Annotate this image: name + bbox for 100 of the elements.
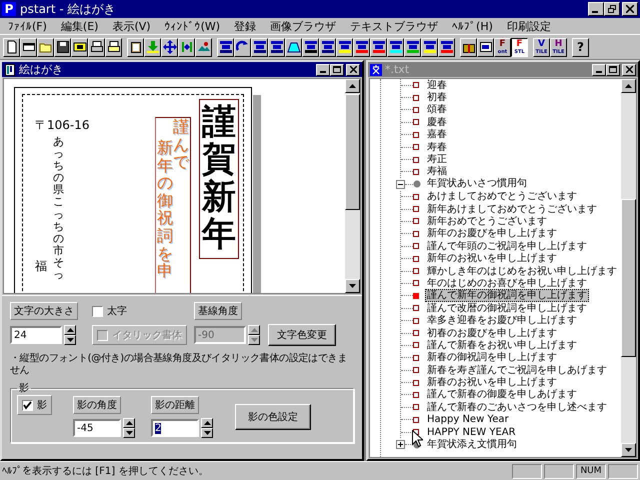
toolbar-button[interactable] (268, 38, 285, 56)
tree-item[interactable]: 新年あけましておめでとうございます (425, 202, 599, 216)
toolbar-button[interactable] (195, 38, 212, 56)
toolbar-button[interactable] (404, 38, 421, 56)
toolbar-button[interactable] (387, 38, 404, 56)
spin-down-button[interactable] (64, 335, 76, 345)
spin-down-button[interactable] (201, 428, 213, 438)
toolbar-button[interactable] (234, 38, 251, 56)
checkbox[interactable] (22, 400, 33, 410)
spin-up-button[interactable] (123, 418, 135, 428)
tree-item[interactable]: 迎春 (425, 79, 449, 92)
menu-item[interactable]: 画像ブラウザ (264, 18, 342, 34)
toolbar-button[interactable] (319, 38, 336, 56)
vertical-scrollbar[interactable] (345, 79, 360, 293)
tree-item[interactable]: 初春 (425, 91, 449, 104)
toolbar-button[interactable] (20, 38, 37, 56)
shadow-color-button[interactable]: 影の色設定 (235, 404, 311, 430)
menu-item[interactable]: 編集(E) (54, 18, 104, 34)
tree-item[interactable]: 新年おめでとうございます (425, 215, 549, 228)
toolbar-button[interactable] (105, 38, 122, 56)
shadow-distance-field[interactable]: 2 (151, 419, 199, 437)
tree-item[interactable]: 輝かしき年のはじめをお祝い申し上げます (425, 264, 619, 278)
toolbar-button[interactable] (161, 38, 178, 56)
scroll-down-button[interactable] (621, 443, 636, 457)
close-button[interactable] (622, 2, 638, 16)
tree-item[interactable]: 謹んで改暦の御祝詞を申し上げます (425, 302, 589, 315)
spin-up-button[interactable] (64, 325, 76, 335)
spin-down-button[interactable] (248, 335, 260, 345)
toolbar-button[interactable] (144, 38, 161, 56)
tree-item[interactable]: 新春のお祝いを申し上げます (425, 376, 559, 390)
menu-item[interactable]: 登録 (228, 18, 262, 34)
toolbar-button[interactable] (54, 38, 71, 56)
toolbar-button[interactable] (370, 38, 387, 56)
menu-item[interactable]: 表示(V) (106, 18, 157, 34)
minimize-button[interactable] (316, 64, 330, 76)
toolbar-button[interactable] (37, 38, 54, 56)
tree-item[interactable]: 新春を寿ぎ謹んでご祝詞を申しあげます (425, 364, 609, 377)
menu-item[interactable]: ｳｨﾝﾄﾞｳ(W) (158, 20, 226, 32)
restore-button[interactable] (604, 2, 620, 16)
shadow-angle-field[interactable]: -45 (73, 419, 121, 437)
expand-icon[interactable] (396, 440, 405, 450)
tree-item[interactable]: HAPPY NEW YEAR (425, 426, 518, 439)
scroll-thumb[interactable] (621, 199, 636, 357)
toolbar-button[interactable] (353, 38, 370, 56)
menu-item[interactable]: 印刷設定 (500, 18, 557, 34)
tree-item[interactable]: 謹んで新春のごあいさつを申し述べます (425, 400, 609, 414)
close-button[interactable] (346, 64, 360, 76)
toolbar-button[interactable] (88, 38, 105, 56)
scroll-thumb[interactable] (345, 94, 360, 210)
scroll-down-button[interactable] (345, 279, 360, 293)
tree-item[interactable]: 新春の御祝詞を申し上げます (425, 351, 559, 364)
shadow-checkbox[interactable]: 影 (17, 395, 52, 415)
toolbar-button[interactable] (477, 38, 494, 56)
tree-item[interactable]: 謹んで新春の御慶を申しあげます (425, 388, 579, 402)
tree-item[interactable]: 年のはじめのお喜びを申し上げます (425, 276, 589, 290)
toolbar-button[interactable] (3, 38, 20, 56)
tree-item[interactable]: あけましておめでとうございます (425, 190, 579, 204)
tree-item[interactable]: 謹んで新年の御祝詞を申し上げます (425, 289, 589, 302)
toolbar-button[interactable] (336, 38, 353, 56)
toolbar-button[interactable] (302, 38, 319, 56)
scroll-up-button[interactable] (345, 79, 360, 93)
menu-item[interactable]: ﾍﾙﾌﾟ(H) (446, 20, 499, 32)
tree-item[interactable]: 初春のお慶びを申し上げます (425, 326, 559, 340)
tree-item[interactable]: Happy New Year (425, 413, 511, 426)
tree-item[interactable]: 寿正 (425, 153, 449, 166)
collapse-icon[interactable] (396, 180, 405, 189)
toolbar-button[interactable] (178, 38, 195, 56)
tree-item[interactable]: 謹んで新春をお祝い申し上げます (425, 338, 579, 352)
tree-item[interactable]: 慶春 (425, 116, 449, 129)
toolbar-button[interactable] (421, 38, 438, 56)
maximize-button[interactable] (330, 64, 344, 76)
minimize-button[interactable] (588, 2, 604, 16)
tree-item[interactable]: 嘉春 (425, 128, 449, 142)
tree-item[interactable]: 幸多き迎春をお慶び申し上げます (425, 314, 579, 328)
font-size-field[interactable]: 24 (10, 326, 62, 344)
text-color-button[interactable]: 文字色変更 (268, 324, 336, 346)
bold-checkbox[interactable]: 太字 (92, 304, 127, 318)
spin-up-button[interactable] (248, 325, 260, 335)
scroll-up-button[interactable] (621, 79, 636, 93)
tree-item[interactable]: 謹んで年頭のご祝詞を申し上げます (425, 240, 589, 253)
tree-item[interactable]: 年賀状あいさつ慣用句 (427, 178, 527, 190)
toolbar-button[interactable] (251, 38, 268, 56)
tree-item[interactable]: 寿福 (425, 165, 449, 178)
spin-up-button[interactable] (201, 418, 213, 428)
toolbar-button[interactable] (460, 38, 477, 56)
toolbar-button[interactable] (127, 38, 144, 56)
tree-item[interactable]: 新年のお慶びを申し上げます (425, 227, 559, 240)
help-button[interactable]: ? (572, 38, 589, 56)
tree-item[interactable]: 新年のお祝いを申し上げます (425, 252, 559, 266)
toolbar-button[interactable] (438, 38, 455, 56)
toolbar-button[interactable] (285, 38, 302, 56)
tree-item[interactable]: 年賀状添え文慣用句 (427, 438, 517, 451)
tree-item[interactable]: 寿春 (425, 140, 449, 154)
vertical-scrollbar[interactable] (621, 79, 636, 457)
toolbar-button[interactable] (71, 38, 88, 56)
menu-item[interactable]: ﾌｧｲﾙ(F) (2, 20, 53, 32)
checkbox[interactable] (92, 306, 103, 316)
tree-item[interactable]: 頌春 (425, 103, 449, 116)
spin-down-button[interactable] (123, 428, 135, 438)
toolbar-button[interactable] (217, 38, 234, 56)
